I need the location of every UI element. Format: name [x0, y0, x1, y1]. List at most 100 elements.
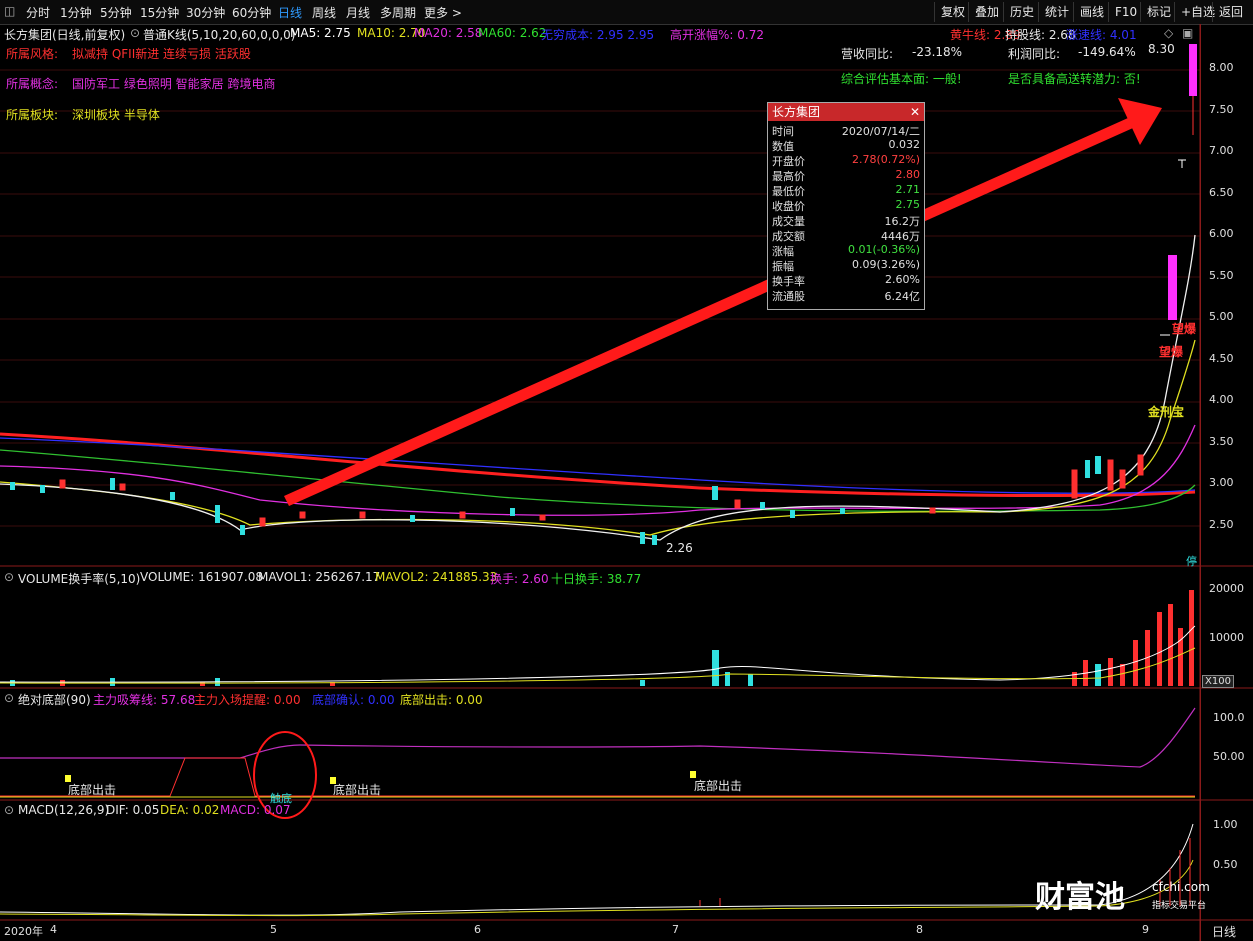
- date-month-6: 6: [474, 923, 481, 936]
- kline-indicator[interactable]: 普通K线(5,10,20,60,0,0,0): [143, 26, 295, 43]
- popup-row-key: 流通股: [772, 290, 805, 303]
- settings-icon[interactable]: ⊙: [130, 26, 140, 40]
- close-icon[interactable]: ✕: [910, 103, 920, 121]
- popup-row: 换手率 2.60%: [768, 273, 924, 288]
- watermark-slogan: 指标交易平台: [1152, 901, 1207, 911]
- macd-axis-2: 0.50: [1213, 858, 1238, 871]
- bottom-strike-label-2: 底部出击: [333, 783, 382, 797]
- main-gridlines: [0, 69, 1200, 527]
- price-axis-label: 5.00: [1209, 310, 1234, 323]
- mavol1-value: MAVOL1: 256267.17: [258, 570, 381, 584]
- profit-label: 利润同比:: [1008, 47, 1061, 61]
- transfer-potential: 是否具备高送转潜力: 否!: [1008, 72, 1141, 86]
- ma-yellow-line: [0, 339, 1196, 536]
- price-axis-label: 2.50: [1209, 517, 1234, 531]
- sector-value: 深圳板块 半导体: [72, 108, 160, 122]
- popup-row: 收盘价 2.75: [768, 198, 924, 213]
- candlesticks: [10, 44, 1197, 545]
- entry-value: 主力入场提醒: 0.00: [194, 693, 301, 707]
- bottom-axis-2: 50.00: [1213, 750, 1245, 763]
- period-label[interactable]: 日线: [1212, 923, 1236, 940]
- popup-row: 最高价 2.80: [768, 168, 924, 183]
- popup-row-key: 数值: [772, 140, 794, 153]
- popup-row: 最低价 2.71: [768, 183, 924, 198]
- popup-row: 涨幅 0.01(-0.36%): [768, 243, 924, 258]
- popup-row-value: 4446万: [881, 230, 920, 243]
- popup-row-value: 0.032: [888, 138, 921, 151]
- turnover10-value: 十日换手: 38.77: [551, 572, 642, 586]
- date-month-8: 8: [916, 923, 923, 936]
- volume-bars: [10, 590, 1194, 686]
- popup-row-value: 2.75: [895, 198, 921, 211]
- style-value: 拟减持 QFII新进 连续亏损 活跃股: [72, 47, 251, 61]
- dif-line: [0, 823, 1194, 916]
- profit-value: -149.64%: [1078, 45, 1136, 59]
- price-axis-label: 4.00: [1209, 393, 1234, 406]
- speed-line-value: 涨速线: 4.01: [1066, 28, 1137, 42]
- entry-alert-line: [0, 757, 1195, 797]
- popup-row-value: 0.01(-0.36%): [848, 243, 920, 256]
- price-axis-label: 6.50: [1209, 185, 1234, 199]
- ma20-value: MA20: 2.58: [414, 26, 483, 40]
- red-arrow: [284, 98, 1162, 506]
- mavol2-line: [0, 647, 1196, 684]
- bottom-axis-1: 100.0: [1213, 711, 1245, 724]
- high-price-label: 8.30: [1148, 42, 1175, 56]
- popup-title: 长方集团: [772, 105, 821, 119]
- accum-value: 主力吸筹线: 57.68: [93, 693, 196, 707]
- price-axis-label: 4.50: [1209, 351, 1234, 365]
- bottom-strike-label-3: 底部出击: [694, 779, 743, 793]
- price-axis: 8.00 7.50 7.00 6.50 6.00 5.50 5.00 4.50 4.00 3.50…: [1200, 24, 1253, 941]
- popup-row-key: 涨幅: [772, 245, 794, 258]
- watermark-brand: 财富池: [1035, 880, 1125, 915]
- popup-row-value: 2.71: [895, 183, 921, 196]
- macd-title[interactable]: MACD(12,26,9): [18, 803, 109, 817]
- popup-row-key: 时间: [772, 125, 794, 138]
- popup-row-value: 2020/07/14/二: [841, 125, 920, 138]
- ma5-value: MA5: 2.75: [290, 26, 351, 40]
- macd-axis-1: 1.00: [1213, 818, 1238, 831]
- date-month-4: 4: [50, 923, 57, 936]
- popup-row: 振幅 0.09(3.26%): [768, 258, 924, 273]
- date-year: 2020年: [4, 925, 43, 938]
- price-axis-label: 6.00: [1209, 227, 1234, 240]
- popup-row-key: 换手率: [772, 275, 805, 288]
- concept-value: 国防军工 绿色照明 智能家居 跨境电商: [72, 77, 276, 91]
- volume-axis-1: 20000: [1209, 582, 1244, 595]
- macd-settings-icon[interactable]: ⊙: [4, 803, 14, 817]
- ma60-value: MA60: 2.62: [478, 26, 547, 40]
- popup-row-value: 16.2万: [884, 215, 921, 228]
- dea-line: [0, 859, 1194, 917]
- dea-value: DEA: 0.02: [160, 803, 220, 817]
- window-icon[interactable]: ▣: [1182, 26, 1193, 40]
- popup-row-key: 成交量: [772, 215, 805, 228]
- price-axis-label: 7.00: [1209, 144, 1234, 157]
- date-month-7: 7: [672, 923, 679, 936]
- popup-row: 时间 2020/07/14/二: [768, 123, 924, 138]
- popup-row-value: 2.60%: [885, 273, 920, 286]
- popup-row: 开盘价 2.78(0.72%): [768, 153, 924, 168]
- style-label: 所属风格:: [6, 47, 59, 61]
- low-price-label: 2.26: [666, 541, 693, 555]
- signal-gold: 金刑宝: [1148, 405, 1185, 419]
- bottom-settings-icon[interactable]: ⊙: [4, 691, 14, 705]
- bottom-title[interactable]: 绝对底部(90): [18, 691, 91, 708]
- volume-unit: X100: [1202, 675, 1234, 688]
- popup-row-key: 开盘价: [772, 155, 805, 168]
- mavol2-value: MAVOL2: 241885.33: [375, 570, 498, 584]
- hold-line-value: 持股线: 2.68: [1005, 28, 1076, 42]
- revenue-label: 营收同比:: [841, 47, 894, 61]
- price-axis-label: 3.00: [1209, 476, 1234, 489]
- popup-row-key: 最低价: [772, 185, 805, 198]
- halt-badge: 停: [1186, 555, 1197, 568]
- diamond-icon[interactable]: ◇: [1164, 26, 1173, 40]
- volume-title[interactable]: VOLUME换手率(5,10): [18, 570, 140, 587]
- bottom-strike-label-1: 底部出击: [68, 783, 117, 797]
- popup-row: 成交额 4446万: [768, 228, 924, 243]
- gap-value: 高开涨幅%: 0.72: [670, 28, 764, 42]
- signal-burst-2: 望爆: [1159, 345, 1184, 359]
- volume-settings-icon[interactable]: ⊙: [4, 570, 14, 584]
- popup-row-key: 最高价: [772, 170, 805, 183]
- popup-header[interactable]: 长方集团 ✕: [768, 103, 924, 121]
- stock-title: 长方集团(日线,前复权): [4, 28, 126, 42]
